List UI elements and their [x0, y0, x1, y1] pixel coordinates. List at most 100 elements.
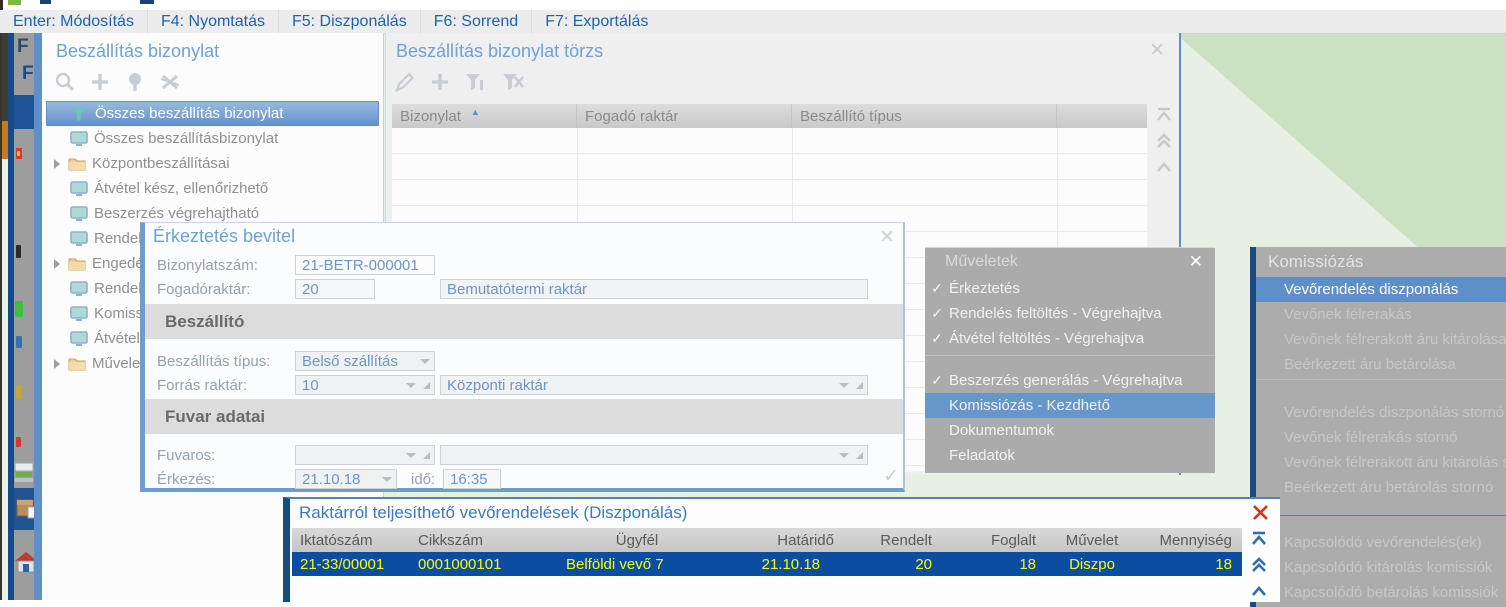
forras-raktar-code-dropdown[interactable]: 10 — [295, 375, 435, 395]
scroll-up-icon[interactable] — [1153, 156, 1175, 178]
kom-item-betarolas-storno[interactable]: Beérkezett áru betárolás stornó — [1256, 475, 1506, 500]
clear-filter-icon[interactable] — [501, 71, 525, 93]
expand-arrow-icon[interactable] — [50, 358, 64, 369]
operation-item-atvetel-feltoltes[interactable]: ✓ Átvétel feltöltés - Végrehajtva — [925, 326, 1215, 351]
erkezes-date-dropdown[interactable]: 21.10.18 — [295, 469, 397, 489]
cash-register-icon[interactable] — [13, 460, 35, 484]
kom-item-label: Vevőnek félrerakás stornó — [1284, 429, 1458, 446]
tree-item-label: Művele — [92, 355, 141, 372]
kom-item-vevonek-felrerakas[interactable]: Vevőnek félrerakás — [1256, 302, 1506, 327]
page-up-icon[interactable] — [1153, 130, 1175, 152]
scroll-to-top-icon[interactable] — [1153, 104, 1175, 126]
tree-item-osszes-beszallitasbizonylat[interactable]: Összes beszállításbizonylat — [46, 126, 379, 151]
column-header-muvelet[interactable]: Művelet — [1046, 532, 1138, 549]
column-header-iktatoszam[interactable]: Iktatószám — [292, 532, 410, 549]
bizonylatszam-input[interactable]: 21-BETR-000001 — [295, 255, 435, 275]
menu-item-exportalas[interactable]: F7: Exportálás — [532, 10, 661, 33]
clipped-icon-fragment — [140, 0, 154, 4]
section-title: Fuvar adatai — [165, 406, 266, 426]
torzs-toolbar — [394, 71, 525, 93]
lookup-corner-icon[interactable] — [856, 451, 863, 459]
input-value: 16:35 — [450, 470, 488, 488]
field-label: Beszállítás típus: — [157, 353, 271, 370]
field-label: Fogadóraktár: — [157, 281, 251, 298]
column-header-fogado-raktar[interactable]: Fogadó raktár — [577, 104, 792, 128]
fuvaros-code-dropdown[interactable] — [295, 445, 435, 465]
operation-item-feladatok[interactable]: Feladatok — [925, 443, 1215, 468]
panel-title-row: Komissiózás — [1256, 247, 1506, 277]
operation-item-rendeles-feltoltes[interactable]: ✓ Rendelés feltöltés - Végrehajtva — [925, 301, 1215, 326]
kom-item-kitarolas-storno[interactable]: Vevőnek félrerakott áru kitárolás stornó — [1256, 450, 1506, 475]
operation-item-komissiozas[interactable]: Komissiózás - Kezdhető — [925, 393, 1215, 418]
scroll-to-top-icon[interactable] — [1248, 528, 1270, 550]
table-row-selected[interactable]: 21-33/00001 0001000101 Belföldi vevő 7 2… — [292, 552, 1242, 576]
edit-pencil-icon[interactable] — [394, 71, 416, 93]
kom-item-kapcsolodo-betarolas[interactable]: Kapcsolódó betárolás komissiók — [1256, 580, 1506, 605]
close-icon[interactable]: ✕ — [1189, 252, 1203, 272]
search-icon[interactable] — [54, 71, 76, 93]
separator-blue — [1256, 500, 1506, 530]
operation-item-dokumentumok[interactable]: Dokumentumok — [925, 418, 1215, 443]
funnel-icon — [71, 106, 89, 122]
beszallitas-tipus-dropdown[interactable]: Belső szállítás — [295, 351, 435, 371]
kom-item-felrerakott-kitarolasa[interactable]: Vevőnek félrerakott áru kitárolása — [1256, 327, 1506, 352]
kom-item-vevorendeles-diszponalas[interactable]: Vevőrendelés diszponálás — [1256, 277, 1506, 302]
menu-item-diszponalas[interactable]: F5: Diszponálás — [279, 10, 421, 33]
menu-item-sorrend[interactable]: F6: Sorrend — [421, 10, 533, 33]
kom-item-kapcsolodo-kitarolas[interactable]: Kapcsolódó kitárolás komissiók — [1256, 555, 1506, 580]
filter-icon[interactable] — [464, 71, 488, 93]
scroll-up-icon[interactable] — [1248, 580, 1270, 602]
function-key-menubar: Enter: Módosítás F4: Nyomtatás F5: Diszp… — [0, 10, 1506, 34]
tree-item-osszes-beszallitas-bizonylat[interactable]: Összes beszállítás bizonylat — [46, 101, 379, 126]
indicator-dot — [16, 437, 21, 447]
folder-icon — [68, 156, 86, 172]
column-header-hatarido[interactable]: Határidő — [732, 532, 844, 549]
clipped-icon-fragment — [40, 0, 51, 4]
column-header-mennyiseg[interactable]: Mennyiség — [1138, 532, 1242, 549]
lookup-corner-icon[interactable] — [423, 451, 430, 459]
chevron-down-icon — [839, 382, 849, 388]
expand-arrow-icon[interactable] — [50, 158, 64, 169]
indicator-dot — [16, 385, 21, 399]
column-header-ugyfel[interactable]: Ügyfél — [542, 532, 732, 549]
column-header-foglalt[interactable]: Foglalt — [942, 532, 1046, 549]
close-icon[interactable] — [1252, 504, 1269, 521]
lookup-corner-icon[interactable] — [856, 381, 863, 389]
ido-input[interactable]: 16:35 — [443, 469, 501, 489]
kom-item-diszponalas-storno[interactable]: Vevőrendelés diszponálás stornó — [1256, 400, 1506, 425]
fuvaros-name-dropdown[interactable] — [440, 445, 868, 465]
tree-item-label: Átvétel kész, ellenőrizhető — [94, 180, 269, 197]
cell-ugyfel: Belföldi vevő 7 — [566, 555, 664, 573]
column-header-rendelt[interactable]: Rendelt — [844, 532, 942, 549]
tree-view-icon[interactable] — [124, 71, 146, 93]
page-up-icon[interactable] — [1248, 554, 1270, 576]
forras-raktar-name-dropdown[interactable]: Központi raktár — [440, 375, 868, 395]
lookup-corner-icon[interactable] — [423, 381, 430, 389]
kom-item-felrerakas-storno[interactable]: Vevőnek félrerakás stornó — [1256, 425, 1506, 450]
add-icon[interactable] — [429, 71, 451, 93]
cell-cikkszam: 0001000101 — [418, 555, 502, 573]
vertical-scrollbar — [1153, 104, 1175, 178]
kom-item-kapcsolodo-vevorendelesek[interactable]: Kapcsolódó vevőrendelés(ek) — [1256, 530, 1506, 555]
menu-item-modositas[interactable]: Enter: Módosítás — [0, 10, 148, 33]
close-icon[interactable]: ✕ — [1149, 41, 1165, 60]
menu-item-nyomtatas[interactable]: F4: Nyomtatás — [148, 10, 279, 33]
folder-icon — [68, 356, 86, 372]
confirm-check-icon[interactable]: ✓ — [883, 465, 899, 488]
tree-item-atvetel-kesz[interactable]: Átvétel kész, ellenőrizhető — [46, 176, 379, 201]
expand-arrow-icon[interactable] — [50, 258, 64, 269]
tree-item-kozpontbeszallitasai[interactable]: Központbeszállításai — [46, 151, 379, 176]
column-header-cikkszam[interactable]: Cikkszám — [410, 532, 542, 549]
panel-title: Beszállítás bizonylat — [56, 41, 220, 61]
add-icon[interactable] — [89, 71, 111, 93]
fogadoraktar-code-input[interactable]: 20 — [295, 279, 375, 299]
fogadoraktar-name-input[interactable]: Bemutatótermi raktár — [440, 279, 868, 299]
clear-filter-icon[interactable] — [159, 71, 181, 93]
monitor-icon — [70, 205, 88, 222]
operation-item-beszerzes-generalas[interactable]: ✓ Beszerzés generálás - Végrehajtva — [925, 368, 1215, 393]
kom-item-beerkezett-betarolasa[interactable]: Beérkezett áru betárolása — [1256, 352, 1506, 377]
column-header-bizonylat[interactable]: Bizonylat ▲ — [392, 104, 577, 128]
operation-item-erkeztetes[interactable]: ✓ Érkeztetés — [925, 276, 1215, 301]
column-header-beszallito-tipus[interactable]: Beszállító típus — [792, 104, 1057, 128]
close-icon[interactable]: ✕ — [879, 228, 895, 247]
